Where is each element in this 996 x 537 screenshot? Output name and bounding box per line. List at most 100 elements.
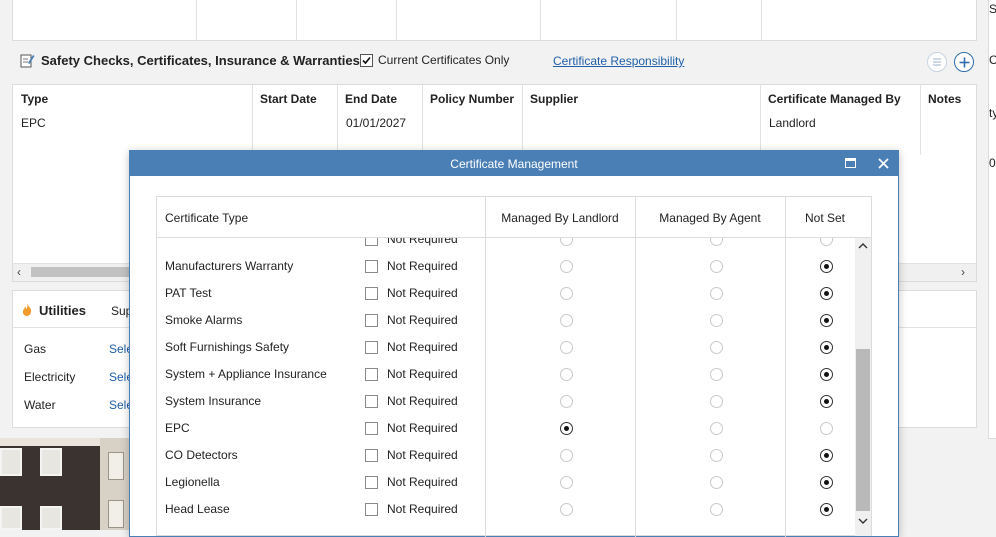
not-required-label: Not Required — [387, 502, 458, 516]
not-required-option[interactable]: Not Required — [365, 259, 458, 273]
radio-not-set[interactable] — [820, 341, 833, 354]
radio-not-set[interactable] — [820, 260, 833, 273]
radio-not-set[interactable] — [820, 422, 833, 435]
radio-landlord[interactable] — [560, 287, 573, 300]
radio-not-set[interactable] — [820, 476, 833, 489]
radio-agent[interactable] — [710, 476, 723, 489]
not-required-option[interactable]: Not Required — [365, 502, 458, 516]
radio-not-set[interactable] — [820, 368, 833, 381]
header-certificate-type[interactable]: Certificate Type — [165, 211, 248, 225]
partial-row-checkbox[interactable] — [365, 238, 378, 246]
radio-agent[interactable] — [710, 449, 723, 462]
radio-landlord[interactable] — [560, 314, 573, 327]
radio-not-set[interactable] — [820, 503, 833, 516]
radio-agent[interactable] — [710, 287, 723, 300]
not-required-option[interactable]: Not Required — [365, 448, 458, 462]
radio-landlord[interactable] — [560, 449, 573, 462]
radio-not-set[interactable] — [820, 314, 833, 327]
not-required-label: Not Required — [387, 340, 458, 354]
radio-agent[interactable] — [710, 260, 723, 273]
not-required-checkbox[interactable] — [365, 448, 378, 462]
col-supplier[interactable]: Supplier — [530, 92, 578, 106]
scroll-up-icon[interactable] — [858, 242, 868, 249]
radio-landlord[interactable] — [560, 395, 573, 408]
partial-row-radio-not-set[interactable] — [820, 238, 833, 246]
certificate-type-label: System + Appliance Insurance — [165, 367, 327, 381]
right-fragment-2: Ci — [989, 53, 996, 67]
row-end-date[interactable]: 01/01/2027 — [346, 116, 406, 130]
radio-agent[interactable] — [710, 503, 723, 516]
certificate-type-label: Manufacturers Warranty — [165, 259, 294, 273]
header-managed-by-landlord[interactable]: Managed By Landlord — [485, 211, 635, 225]
certificate-type-label: EPC — [165, 421, 190, 435]
scroll-down-icon[interactable] — [858, 518, 868, 525]
col-managed-by[interactable]: Certificate Managed By — [768, 92, 901, 106]
radio-not-set[interactable] — [820, 287, 833, 300]
table-row: System Insurance Not Required — [157, 387, 855, 414]
table-row: Soft Furnishings Safety Not Required — [157, 333, 855, 360]
close-icon[interactable] — [878, 158, 889, 169]
header-managed-by-agent[interactable]: Managed By Agent — [635, 211, 785, 225]
not-required-option[interactable]: Not Required — [365, 367, 458, 381]
not-required-checkbox[interactable] — [365, 394, 378, 408]
not-required-option[interactable]: Not Required — [365, 340, 458, 354]
not-required-option[interactable]: Not Required — [365, 421, 458, 435]
table-row: Smoke Alarms Not Required — [157, 306, 855, 333]
scroll-left-icon[interactable]: ‹ — [17, 265, 21, 279]
radio-agent[interactable] — [710, 422, 723, 435]
col-notes[interactable]: Notes — [928, 92, 961, 106]
not-required-checkbox[interactable] — [365, 475, 378, 489]
not-required-option[interactable]: Not Required — [365, 313, 458, 327]
col-type[interactable]: Type — [21, 92, 48, 106]
radio-agent[interactable] — [710, 395, 723, 408]
plus-icon — [959, 57, 969, 67]
vertical-scroll-thumb[interactable] — [856, 349, 870, 511]
not-required-checkbox[interactable] — [365, 313, 378, 327]
radio-agent[interactable] — [710, 314, 723, 327]
certificate-responsibility-link[interactable]: Certificate Responsibility — [553, 54, 684, 68]
radio-landlord[interactable] — [560, 476, 573, 489]
table-row: PAT Test Not Required — [157, 279, 855, 306]
right-fragment-3: ty — [989, 106, 996, 120]
row-type[interactable]: EPC — [21, 116, 46, 130]
certificate-type-label: CO Detectors — [165, 448, 238, 462]
header-not-set[interactable]: Not Set — [785, 211, 865, 225]
not-required-option[interactable]: Not Required — [365, 286, 458, 300]
list-view-button[interactable] — [927, 52, 947, 72]
partial-top-row: Not Required — [157, 238, 855, 252]
not-required-checkbox[interactable] — [365, 421, 378, 435]
certificate-type-label: Smoke Alarms — [165, 313, 243, 327]
current-only-label[interactable]: Current Certificates Only — [378, 53, 509, 67]
not-required-checkbox[interactable] — [365, 340, 378, 354]
add-certificate-button[interactable] — [954, 52, 974, 72]
partial-row-radio-agent[interactable] — [710, 238, 723, 246]
radio-agent[interactable] — [710, 341, 723, 354]
not-required-label: Not Required — [387, 448, 458, 462]
radio-landlord[interactable] — [560, 341, 573, 354]
radio-agent[interactable] — [710, 368, 723, 381]
row-managed-by[interactable]: Landlord — [769, 116, 816, 130]
maximize-button[interactable] — [845, 158, 856, 168]
not-required-checkbox[interactable] — [365, 286, 378, 300]
dialog-title-bar[interactable]: Certificate Management — [130, 151, 898, 176]
grid-header: Certificate Type Managed By Landlord Man… — [157, 197, 871, 238]
not-required-checkbox[interactable] — [365, 259, 378, 273]
radio-not-set[interactable] — [820, 449, 833, 462]
current-only-checkbox[interactable] — [360, 54, 373, 67]
partial-row-radio-landlord[interactable] — [560, 238, 573, 246]
col-end-date[interactable]: End Date — [345, 92, 397, 106]
not-required-option[interactable]: Not Required — [365, 394, 458, 408]
radio-landlord[interactable] — [560, 503, 573, 516]
not-required-option[interactable]: Not Required — [365, 475, 458, 489]
col-policy-number[interactable]: Policy Number — [430, 92, 514, 106]
not-required-checkbox[interactable] — [365, 502, 378, 516]
radio-not-set[interactable] — [820, 395, 833, 408]
scroll-right-icon[interactable]: › — [961, 265, 965, 279]
radio-landlord[interactable] — [560, 368, 573, 381]
radio-landlord[interactable] — [560, 260, 573, 273]
col-start-date[interactable]: Start Date — [260, 92, 317, 106]
vertical-scrollbar[interactable] — [855, 238, 871, 536]
radio-landlord[interactable] — [560, 422, 573, 435]
not-required-checkbox[interactable] — [365, 367, 378, 381]
not-required-label: Not Required — [387, 286, 458, 300]
